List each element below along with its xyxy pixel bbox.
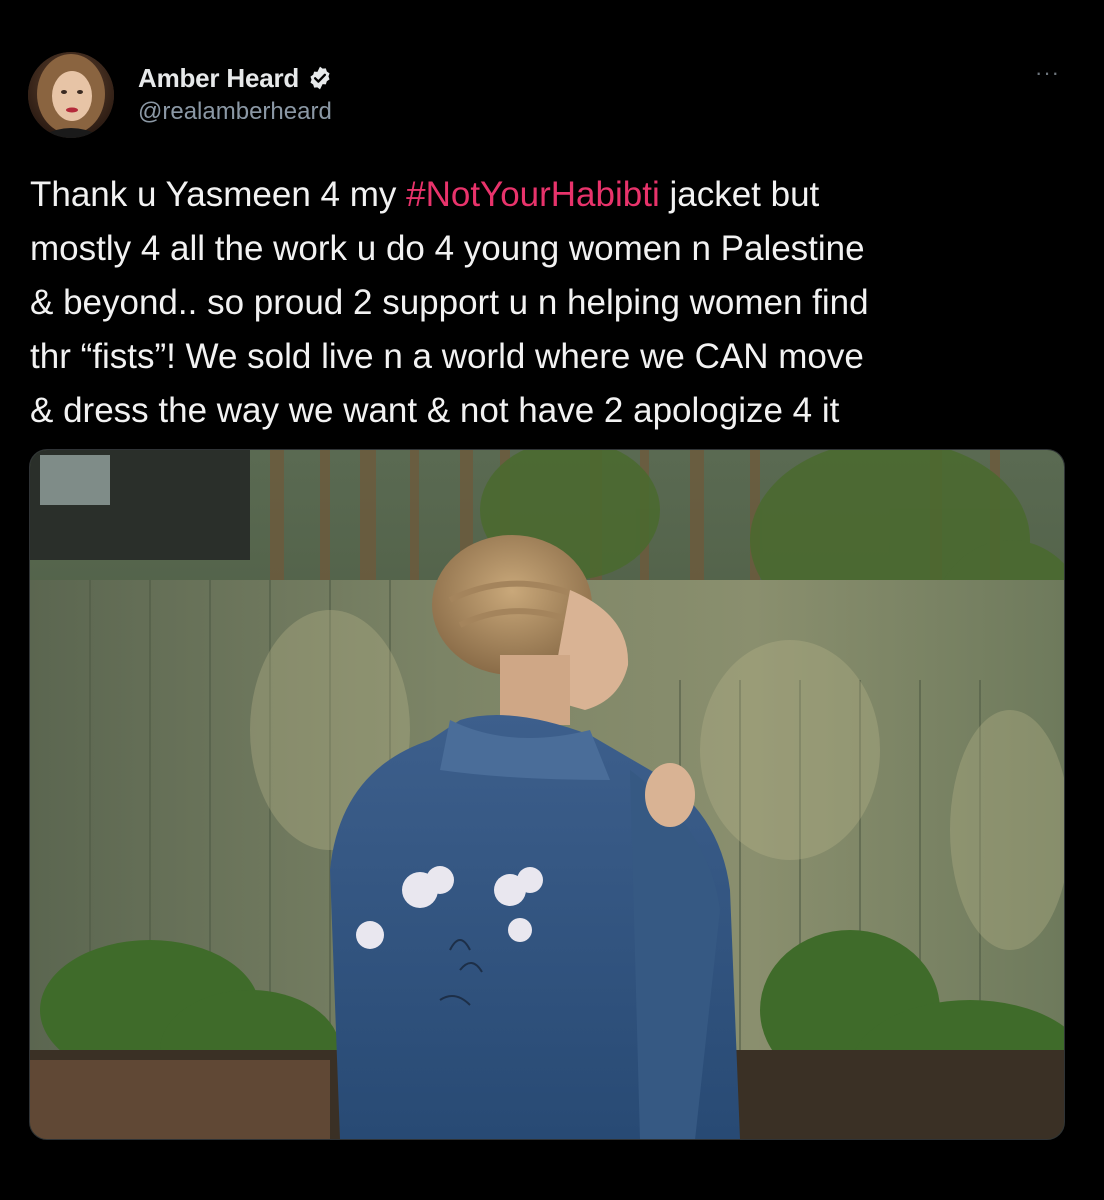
- photo-scene: [30, 450, 1064, 1139]
- author-name-row[interactable]: Amber Heard: [138, 58, 333, 98]
- tweet-card: Amber Heard @realamberheard ··· Thank u …: [0, 0, 1104, 1200]
- avatar-image: [28, 52, 114, 138]
- avatar[interactable]: [28, 52, 114, 138]
- hashtag-link[interactable]: #NotYourHabibti: [406, 175, 660, 214]
- tweet-text: Thank u Yasmeen 4 my #NotYourHabibti jac…: [30, 168, 1080, 438]
- tweet-text-start: Thank u Yasmeen 4 my: [30, 175, 407, 214]
- display-name[interactable]: Amber Heard: [138, 63, 299, 94]
- author-handle[interactable]: @realamberheard: [138, 98, 332, 126]
- tweet-photo[interactable]: [29, 449, 1065, 1140]
- verified-badge-icon: [307, 65, 333, 91]
- more-options-icon[interactable]: ···: [1035, 60, 1060, 86]
